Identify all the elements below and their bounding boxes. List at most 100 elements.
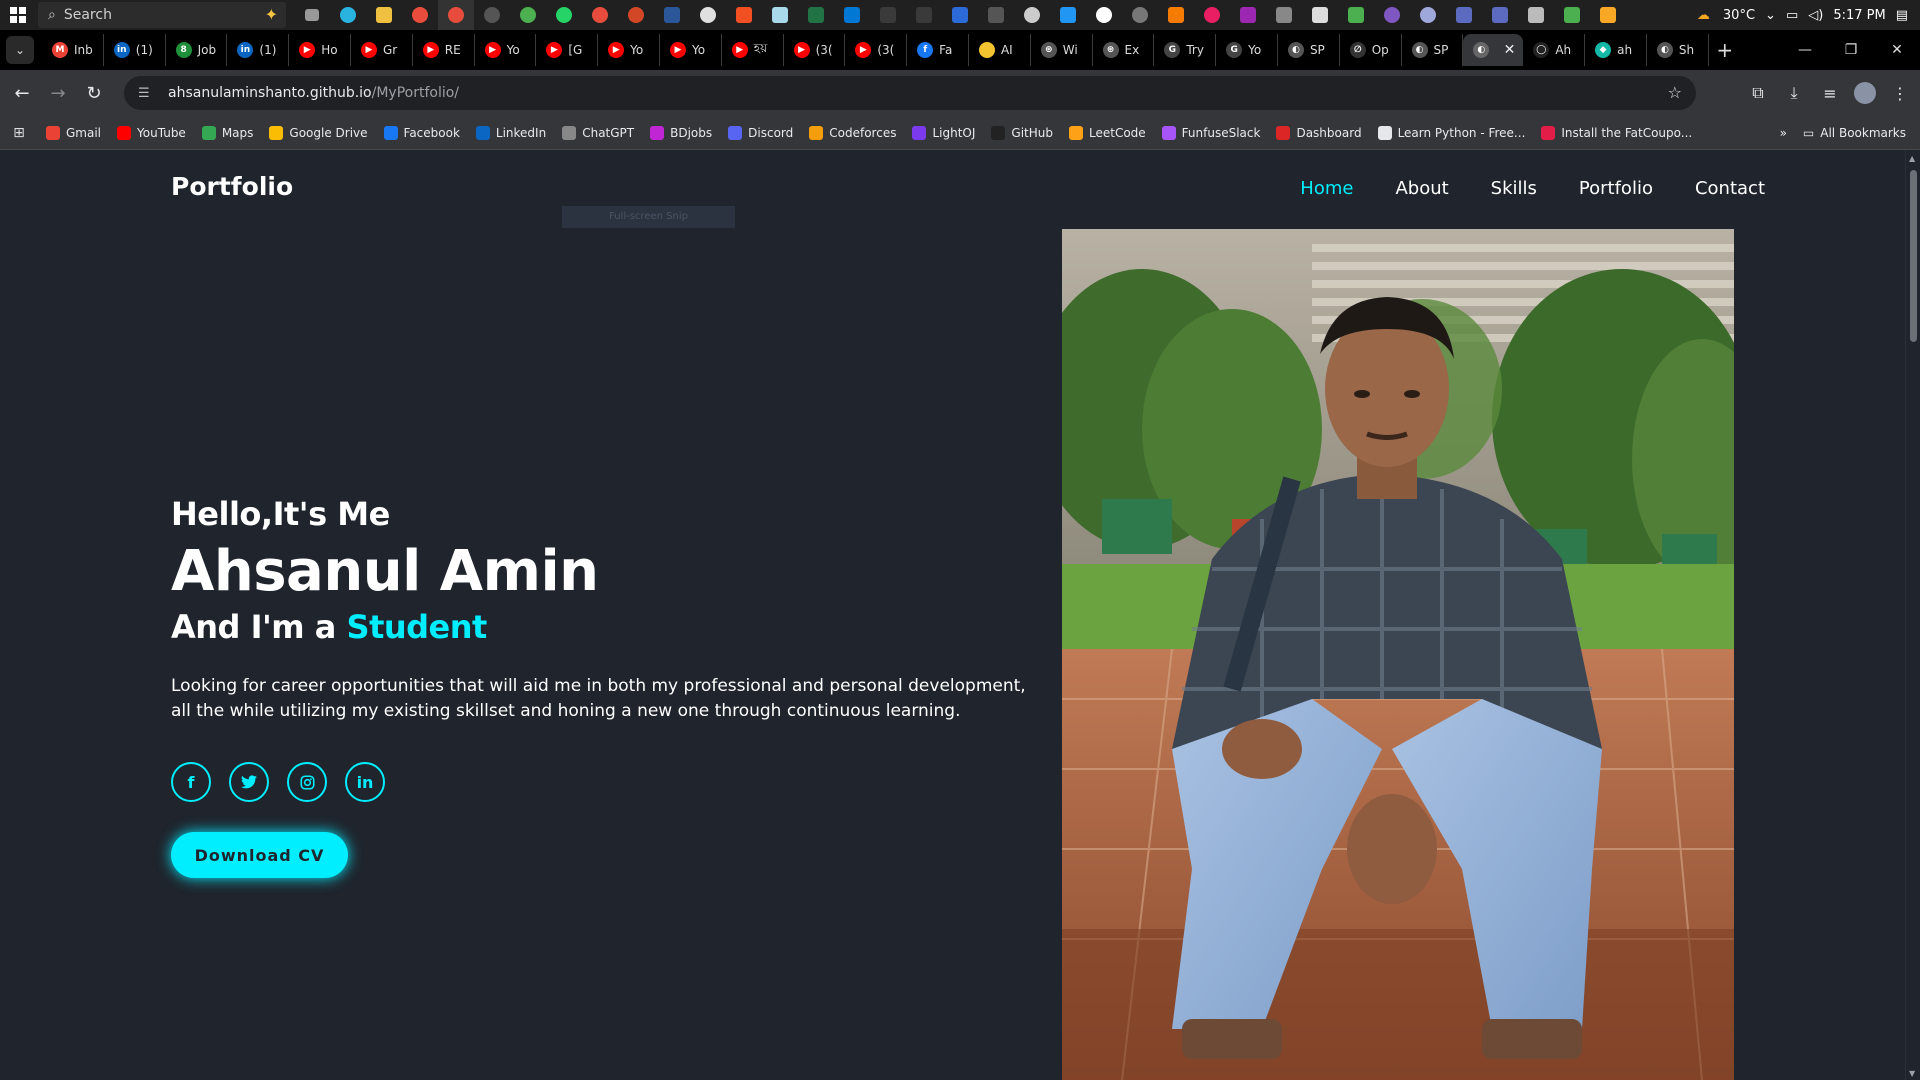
minimize-icon[interactable]: —	[1782, 30, 1828, 70]
profile-avatar[interactable]	[1854, 82, 1876, 104]
nav-skills[interactable]: Skills	[1491, 178, 1537, 199]
clock[interactable]: 5:17 PM	[1833, 8, 1885, 23]
network-icon[interactable]: ▭	[1786, 8, 1798, 23]
browser-tab[interactable]: ▶ Ho	[289, 34, 351, 66]
bookmark-item[interactable]: Gmail	[38, 125, 109, 140]
browser-tab[interactable]: f Fa	[907, 34, 969, 66]
browser-tab[interactable]: ▶ RE	[413, 34, 475, 66]
app-icon[interactable]	[1302, 0, 1338, 30]
browser-tab[interactable]: 8 Job	[166, 34, 228, 66]
app-icon[interactable]	[1554, 0, 1590, 30]
browser-tab[interactable]: ◆ ah	[1585, 34, 1647, 66]
bookmark-item[interactable]: Dashboard	[1268, 125, 1369, 140]
extensions-icon[interactable]: ⧉	[1746, 76, 1770, 110]
bookmark-item[interactable]: LightOJ	[904, 125, 983, 140]
apps-grid-icon[interactable]: ⊞	[0, 125, 38, 141]
back-icon[interactable]: ←	[4, 75, 40, 111]
browser-tab[interactable]: M Inb	[42, 34, 104, 66]
terminal-icon[interactable]	[978, 0, 1014, 30]
bookmark-item[interactable]: Facebook	[376, 125, 468, 140]
chrome-icon[interactable]	[510, 0, 546, 30]
browser-tab[interactable]: ∅ Op	[1340, 34, 1402, 66]
facebook-icon[interactable]: f	[171, 762, 211, 802]
windows-start-button[interactable]	[0, 0, 36, 30]
browser-tab[interactable]: ⊛ Wi	[1031, 34, 1093, 66]
app-icon[interactable]	[1482, 0, 1518, 30]
app-icon[interactable]	[1014, 0, 1050, 30]
browser-tab[interactable]: ◐ SP	[1278, 34, 1340, 66]
nav-portfolio[interactable]: Portfolio	[1579, 178, 1653, 199]
close-window-icon[interactable]: ✕	[1874, 30, 1920, 70]
bookmark-item[interactable]: Maps	[194, 125, 262, 140]
browser-tab[interactable]: ▶ (3(	[845, 34, 908, 66]
bookmark-item[interactable]: Discord	[720, 125, 801, 140]
bookmark-item[interactable]: BDjobs	[642, 125, 720, 140]
taskbar-search[interactable]: ⌕ Search ✦	[38, 2, 286, 28]
page-scrollbar[interactable]: ▲ ▼	[1905, 150, 1920, 1080]
whatsapp-icon[interactable]	[546, 0, 582, 30]
browser-tab[interactable]: ◐ Sh	[1647, 34, 1709, 66]
browser-tab[interactable]: ▶ হয়	[722, 34, 784, 66]
excel-icon[interactable]	[798, 0, 834, 30]
browser-tab[interactable]: ▶ (3(	[784, 34, 846, 66]
vscode-icon[interactable]	[834, 0, 870, 30]
bookmark-item[interactable]: LinkedIn	[468, 125, 554, 140]
app-icon[interactable]	[474, 0, 510, 30]
browser-tab[interactable]: ▶ Yo	[660, 34, 722, 66]
tab-search-icon[interactable]: ⌄	[6, 36, 34, 64]
browser-tab[interactable]: in (1)	[227, 34, 290, 66]
browser-tab[interactable]: AI	[969, 34, 1031, 66]
download-cv-button[interactable]: Download CV	[171, 832, 348, 878]
app-icon[interactable]	[1158, 0, 1194, 30]
notepad-icon[interactable]	[762, 0, 798, 30]
site-info-icon[interactable]: ☰	[138, 86, 158, 101]
app-icon[interactable]	[690, 0, 726, 30]
app-icon[interactable]	[1374, 0, 1410, 30]
nav-home[interactable]: Home	[1300, 178, 1353, 199]
media-icon[interactable]: ≡	[1818, 76, 1842, 110]
browser-tab[interactable]: in (1)	[104, 34, 166, 66]
browser-tab[interactable]: ▶ Yo	[475, 34, 537, 66]
browser-tab[interactable]: ◐ SP	[1402, 34, 1464, 66]
app-icon[interactable]	[1194, 0, 1230, 30]
app-icon[interactable]	[1266, 0, 1302, 30]
linkedin-icon[interactable]: in	[345, 762, 385, 802]
browser-tab[interactable]: ◯ Ah	[1523, 34, 1586, 66]
url-input[interactable]: ☰ ahsanulaminshanto.github.io/MyPortfoli…	[124, 76, 1696, 110]
bookmark-item[interactable]: LeetCode	[1061, 125, 1154, 140]
all-bookmarks[interactable]: ▭ All Bookmarks	[1803, 126, 1906, 140]
more-bookmarks-icon[interactable]: »	[1780, 126, 1787, 140]
scroll-up-icon[interactable]: ▲	[1909, 154, 1915, 163]
download-icon[interactable]: ⤓	[1782, 76, 1806, 110]
reload-icon[interactable]: ↻	[76, 75, 112, 111]
forward-icon[interactable]: →	[40, 75, 76, 111]
volume-icon[interactable]: ◁)	[1808, 8, 1823, 23]
chrome-active-icon[interactable]	[438, 0, 474, 30]
chevron-up-icon[interactable]: ⌄	[1765, 8, 1776, 23]
twitter-icon[interactable]	[229, 762, 269, 802]
scrollbar-thumb[interactable]	[1910, 170, 1917, 342]
browser-tab[interactable]: ▶ Gr	[351, 34, 413, 66]
bookmark-item[interactable]: Google Drive	[261, 125, 375, 140]
task-view-icon[interactable]	[294, 0, 330, 30]
notification-icon[interactable]: ▤	[1896, 8, 1908, 23]
browser-tab[interactable]: ▶ [G	[536, 34, 599, 66]
nav-contact[interactable]: Contact	[1695, 178, 1765, 199]
app-icon[interactable]	[1518, 0, 1554, 30]
app-icon[interactable]	[1050, 0, 1086, 30]
app-icon[interactable]	[906, 0, 942, 30]
browser-tab[interactable]: G Yo	[1216, 34, 1278, 66]
app-icon[interactable]	[1086, 0, 1122, 30]
close-tab-icon[interactable]: ✕	[1504, 42, 1516, 58]
bookmark-item[interactable]: ChatGPT	[554, 125, 642, 140]
bookmark-item[interactable]: YouTube	[109, 125, 194, 140]
bookmark-item[interactable]: GitHub	[983, 125, 1061, 140]
word-icon[interactable]	[654, 0, 690, 30]
restore-icon[interactable]: ❐	[1828, 30, 1874, 70]
powershell-icon[interactable]	[942, 0, 978, 30]
app-icon[interactable]	[870, 0, 906, 30]
browser-tab[interactable]: G Try	[1154, 34, 1217, 66]
scroll-down-icon[interactable]: ▼	[1909, 1069, 1915, 1078]
app-icon[interactable]	[1338, 0, 1374, 30]
site-logo[interactable]: Portfolio	[171, 172, 293, 201]
